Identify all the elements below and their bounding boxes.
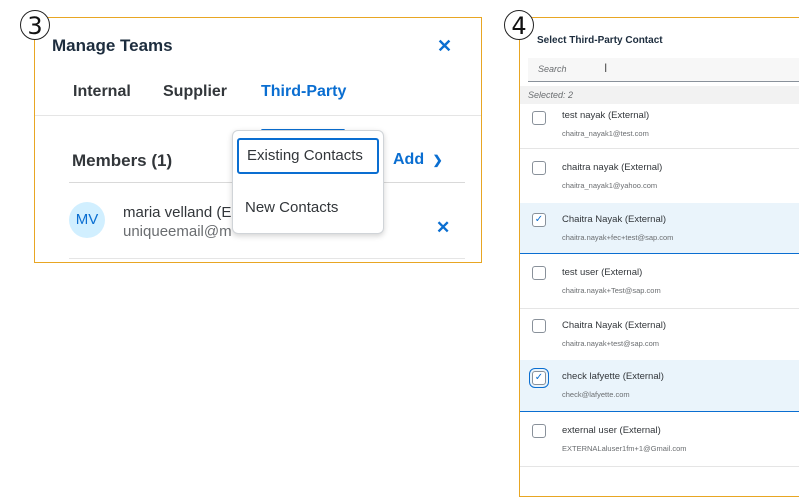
search-placeholder: Search	[538, 64, 567, 74]
checkbox[interactable]	[532, 424, 546, 438]
team-tabs: Internal Supplier Third-Party	[35, 83, 481, 133]
select-contact-title: Select Third-Party Contact	[537, 35, 663, 46]
step-3-marker: 3	[20, 10, 50, 40]
close-icon[interactable]: ✕	[437, 36, 452, 57]
selected-count: Selected: 2	[528, 90, 574, 100]
contact-email: check@lafyette.com	[562, 390, 630, 399]
avatar: MV	[69, 202, 105, 238]
tabs-divider	[35, 115, 481, 116]
add-label: Add	[393, 151, 425, 168]
checkbox-checked[interactable]: ✓	[532, 213, 546, 227]
add-dropdown-menu: Existing Contacts New Contacts	[232, 130, 384, 234]
checkbox[interactable]	[532, 111, 546, 125]
checkbox[interactable]	[532, 161, 546, 175]
contact-name: Chaitra Nayak (External)	[562, 214, 667, 225]
tab-supplier[interactable]: Supplier	[163, 83, 227, 101]
list-item[interactable]: Chaitra Nayak (External) chaitra.nayak+t…	[520, 309, 799, 359]
list-item[interactable]: chaitra nayak (External) chaitra_nayak1@…	[520, 151, 799, 201]
checkbox[interactable]	[532, 319, 546, 333]
selected-count-bar: Selected: 2	[520, 86, 799, 104]
contact-name: external user (External)	[562, 425, 661, 436]
manage-teams-title: Manage Teams	[52, 36, 173, 55]
tab-third-party[interactable]: Third-Party	[261, 83, 346, 101]
search-input[interactable]: Search I	[528, 58, 799, 82]
member-name: maria velland (E	[123, 204, 232, 221]
contact-email: chaitra.nayak+fec+test@sap.com	[562, 233, 674, 242]
contact-name: test nayak (External)	[562, 110, 650, 121]
chevron-down-icon: ❯	[432, 153, 443, 167]
list-item[interactable]: external user (External) EXTERNALaluser1…	[520, 414, 799, 464]
checkbox[interactable]	[532, 266, 546, 280]
member-email: uniqueemail@m	[123, 223, 232, 240]
contact-name: check lafyette (External)	[562, 371, 664, 382]
add-button[interactable]: Add ❯	[393, 151, 443, 169]
contact-email: chaitra.nayak+Test@sap.com	[562, 286, 661, 295]
manage-teams-panel: Manage Teams ✕ Internal Supplier Third-P…	[34, 17, 482, 263]
list-item-selected[interactable]: ✓ Chaitra Nayak (External) chaitra.nayak…	[520, 203, 799, 254]
menu-item-existing-contacts[interactable]: Existing Contacts	[237, 138, 379, 174]
menu-item-new-contacts[interactable]: New Contacts	[233, 199, 383, 216]
list-item[interactable]: test user (External) chaitra.nayak+Test@…	[520, 256, 799, 306]
contact-name: Chaitra Nayak (External)	[562, 320, 667, 331]
remove-member-icon[interactable]: ✕	[436, 218, 450, 238]
contact-name: test user (External)	[562, 267, 643, 278]
row-divider	[520, 466, 799, 467]
list-item-selected[interactable]: ✓ check lafyette (External) check@lafyet…	[520, 360, 799, 412]
tab-internal[interactable]: Internal	[73, 83, 131, 101]
step-4-marker: 4	[504, 10, 534, 40]
contact-email: chaitra_nayak1@yahoo.com	[562, 181, 658, 190]
contact-name: chaitra nayak (External)	[562, 162, 663, 173]
row-divider	[69, 258, 465, 259]
select-contact-panel: Select Third-Party Contact Search I Sele…	[519, 17, 799, 497]
text-cursor-icon: I	[604, 61, 608, 75]
contact-email: chaitra.nayak+test@sap.com	[562, 339, 660, 348]
row-divider	[520, 148, 799, 149]
contact-email: chaitra_nayak1@test.com	[562, 129, 649, 138]
list-item[interactable]: test nayak (External) chaitra_nayak1@tes…	[520, 104, 799, 146]
checkbox-checked[interactable]: ✓	[529, 368, 549, 388]
members-heading: Members (1)	[72, 151, 173, 170]
contact-email: EXTERNALaluser1fm+1@Gmail.com	[562, 444, 687, 453]
